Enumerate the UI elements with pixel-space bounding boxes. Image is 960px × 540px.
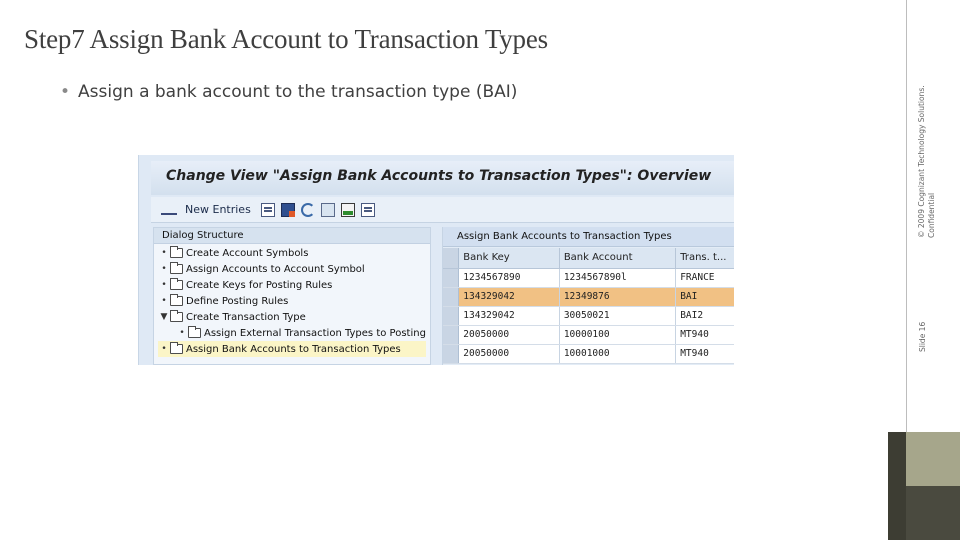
row-selector[interactable] [443, 287, 460, 307]
row-selector[interactable] [443, 344, 460, 364]
tree-marker: • [161, 248, 167, 258]
cell-trans-type[interactable]: BAI2 [675, 306, 734, 326]
cell-bank-account[interactable]: 12349876 [559, 287, 677, 307]
row-selector[interactable] [443, 325, 460, 345]
slide-sidebar [888, 0, 960, 540]
table-row[interactable]: 20050000 10001000 MT940 [443, 344, 734, 364]
cell-trans-type[interactable]: MT940 [675, 325, 734, 345]
sap-window-title: Change View "Assign Bank Accounts to Tra… [151, 161, 734, 195]
select-all-icon[interactable] [360, 202, 375, 217]
copyright-text: © 2009 Cognizant Technology Solutions. [917, 85, 926, 238]
cell-bank-key[interactable]: 20050000 [458, 344, 560, 364]
table-row[interactable]: 134329042 30050021 BAI2 [443, 306, 734, 326]
slide-title: Step7 Assign Bank Account to Transaction… [24, 24, 548, 54]
tree-item-label: Create Account Symbols [186, 247, 309, 259]
cell-bank-account[interactable]: 30050021 [559, 306, 677, 326]
column-header-trans-type[interactable]: Trans. t... [675, 248, 734, 269]
sap-toolbar: New Entries [151, 197, 734, 223]
slide-number: Slide 16 [918, 321, 927, 352]
row-selector[interactable] [443, 306, 460, 326]
tree-marker: • [161, 264, 167, 274]
tree-marker: • [161, 344, 167, 354]
dialog-structure-header: Dialog Structure [154, 228, 430, 244]
folder-icon [170, 262, 183, 274]
row-selector[interactable] [443, 268, 460, 288]
tree-item-label: Create Keys for Posting Rules [186, 279, 333, 291]
tree-marker: • [161, 296, 167, 306]
bullet-text-row: • Assign a bank account to the transactio… [60, 82, 517, 102]
folder-icon [170, 294, 183, 306]
select-block-icon[interactable] [340, 202, 355, 217]
tree-item-create-transaction-type[interactable]: ▼ Create Transaction Type [158, 309, 306, 325]
folder-icon [170, 278, 183, 290]
expand-arrow-icon[interactable]: ▼ [158, 312, 170, 322]
tree-item-define-posting-rules[interactable]: • Define Posting Rules [158, 293, 288, 309]
save-icon[interactable] [280, 202, 295, 217]
assignment-table-panel: Assign Bank Accounts to Transaction Type… [442, 227, 734, 365]
cell-trans-type[interactable]: MT940 [675, 344, 734, 364]
tree-item-assign-external-types[interactable]: • Assign External Transaction Types to P… [176, 325, 426, 341]
tree-marker: • [161, 280, 167, 290]
table-row[interactable]: 20050000 10000100 MT940 [443, 325, 734, 345]
column-header-bank-account[interactable]: Bank Account [559, 248, 677, 269]
bullet-text: Assign a bank account to the transaction… [78, 82, 518, 102]
assignment-table: Bank Key Bank Account Trans. t... 123456… [443, 248, 734, 364]
tree-marker: • [179, 328, 185, 338]
sap-screenshot: Change View "Assign Bank Accounts to Tra… [138, 155, 734, 365]
table-header-row: Bank Key Bank Account Trans. t... [443, 248, 734, 269]
cell-bank-key[interactable]: 134329042 [458, 306, 560, 326]
cell-bank-key[interactable]: 1234567890 [458, 268, 560, 288]
folder-icon [188, 326, 201, 338]
cell-bank-account[interactable]: 10000100 [559, 325, 677, 345]
export-icon[interactable] [320, 202, 335, 217]
glasses-icon[interactable] [161, 205, 177, 215]
tree-item-label: Define Posting Rules [186, 295, 289, 307]
sidebar-dark-strip [888, 432, 906, 540]
cell-bank-account[interactable]: 10001000 [559, 344, 677, 364]
undo-icon[interactable] [300, 202, 315, 217]
folder-open-icon [170, 342, 183, 354]
tree-item-label: Assign Accounts to Account Symbol [186, 263, 365, 275]
cell-trans-type[interactable]: FRANCE [675, 268, 734, 288]
tree-item-label: Assign External Transaction Types to Pos… [204, 327, 426, 339]
new-entries-button[interactable]: New Entries [185, 203, 251, 216]
table-row[interactable]: 1234567890 1234567890l FRANCE [443, 268, 734, 288]
tree-item-label: Create Transaction Type [186, 311, 306, 323]
table-title: Assign Bank Accounts to Transaction Type… [443, 227, 734, 247]
table-row-highlighted[interactable]: 134329042 12349876 BAI [443, 287, 734, 307]
cell-bank-account[interactable]: 1234567890l [559, 268, 677, 288]
dialog-structure-panel: Dialog Structure • Create Account Symbol… [153, 227, 431, 365]
bullet-marker: • [60, 82, 71, 102]
confidential-text: Confidential [927, 192, 936, 238]
cell-trans-type[interactable]: BAI [675, 287, 734, 307]
folder-open-icon [170, 310, 183, 322]
tree-item-create-account-symbols[interactable]: • Create Account Symbols [158, 245, 308, 261]
select-all-cell[interactable] [443, 248, 460, 269]
tree-item-create-keys[interactable]: • Create Keys for Posting Rules [158, 277, 332, 293]
cell-bank-key[interactable]: 134329042 [458, 287, 560, 307]
tree-item-label: Assign Bank Accounts to Transaction Type… [186, 343, 401, 355]
tree-item-assign-bank-accounts[interactable]: • Assign Bank Accounts to Transaction Ty… [158, 341, 426, 357]
folder-icon [170, 246, 183, 258]
column-header-bank-key[interactable]: Bank Key [458, 248, 560, 269]
cell-bank-key[interactable]: 20050000 [458, 325, 560, 345]
sidebar-divider [906, 0, 907, 432]
copy-icon[interactable] [260, 202, 275, 217]
tree-item-assign-accounts[interactable]: • Assign Accounts to Account Symbol [158, 261, 365, 277]
